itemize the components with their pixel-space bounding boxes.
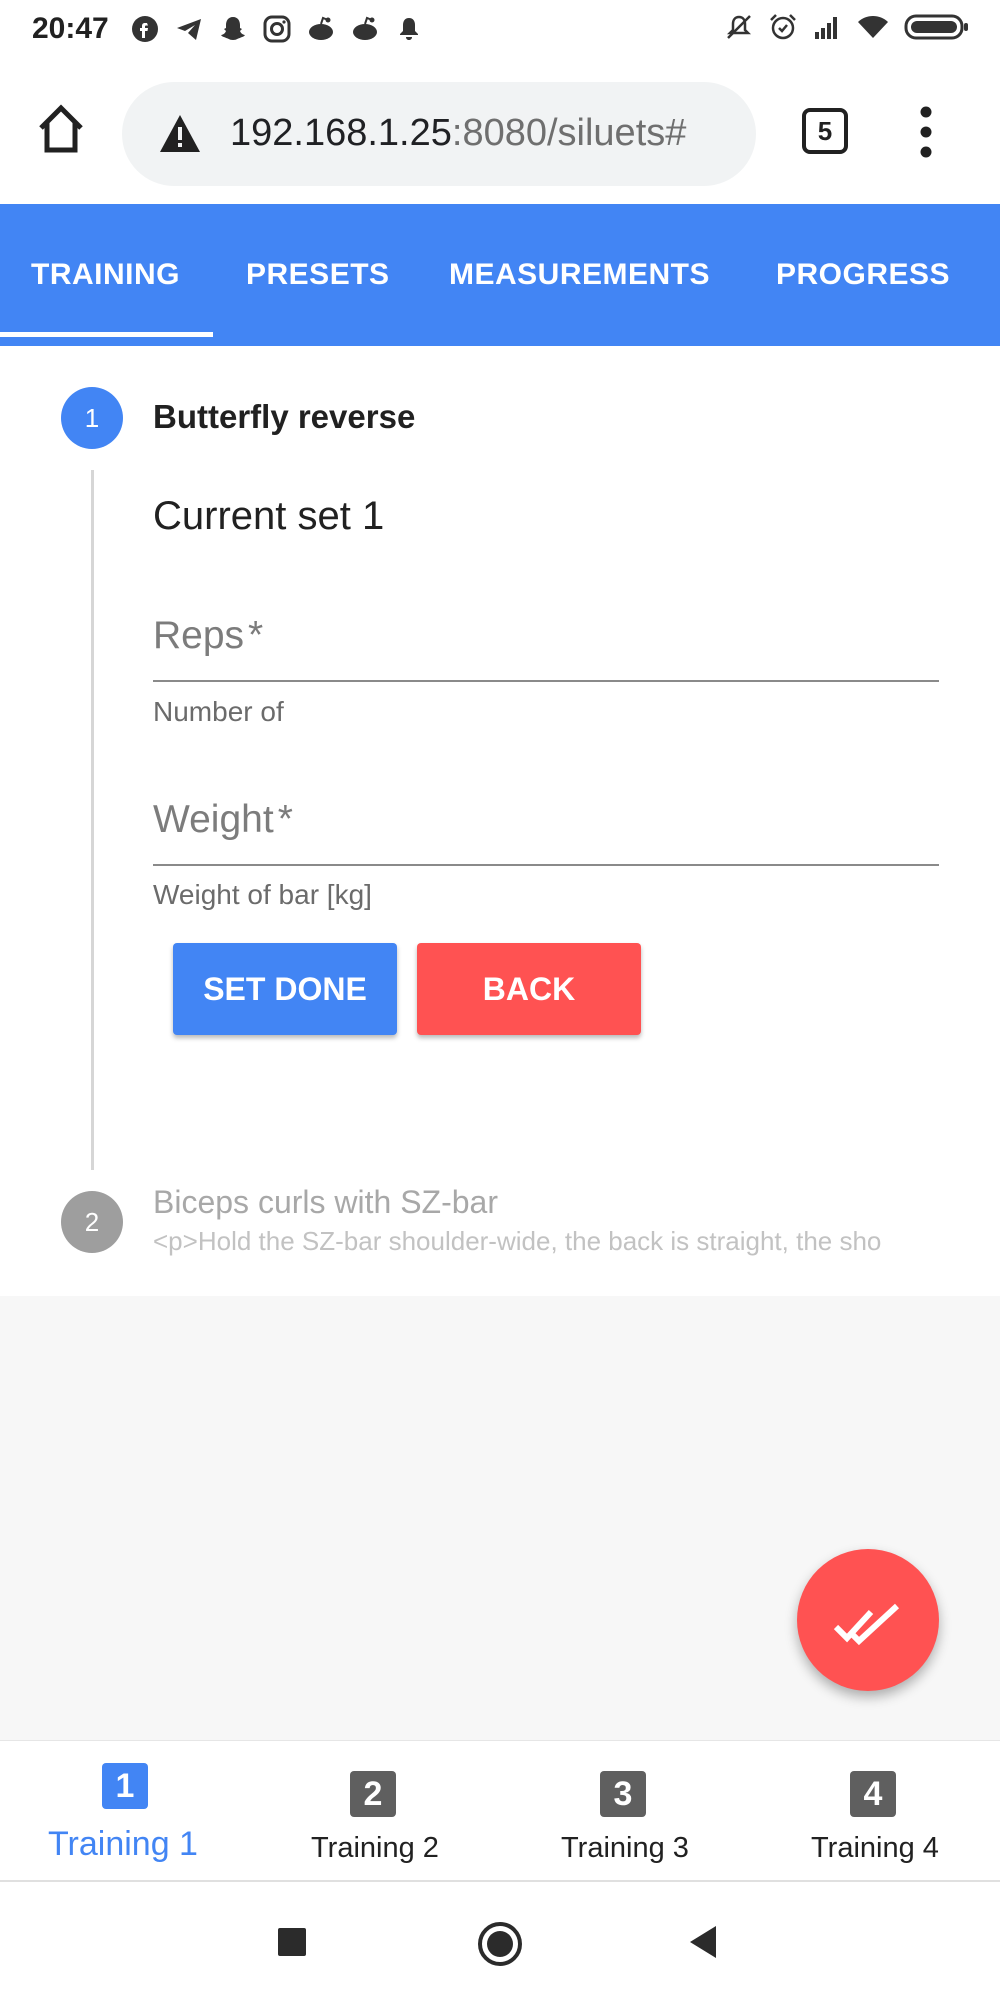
current-set-label: Current set 1 <box>153 494 385 538</box>
url-path: :8080/siluets# <box>451 112 687 154</box>
warning-icon[interactable] <box>158 112 202 156</box>
tab-progress[interactable]: PROGRESS <box>776 204 950 346</box>
reddit-icon <box>309 16 333 40</box>
home-nav-icon[interactable] <box>476 1920 524 1968</box>
instagram-icon <box>263 15 291 43</box>
url-host: 192.168.1.25 <box>230 112 452 154</box>
reddit-icon <box>353 16 377 40</box>
weight-field[interactable]: Weight * <box>153 786 939 866</box>
active-tab-indicator <box>0 332 213 337</box>
training-2-icon: 2 <box>350 1771 396 1817</box>
back-nav-icon[interactable] <box>688 1924 718 1960</box>
mute-icon <box>726 15 752 39</box>
nav-training-1[interactable]: 1 Training 1 <box>0 1741 250 1881</box>
weight-field-label: Weight * <box>153 798 293 842</box>
system-navigation-bar <box>0 1880 1000 1999</box>
weight-help-text: Weight of bar [kg] <box>153 879 372 910</box>
set-done-button[interactable]: SET DONE <box>173 943 397 1035</box>
app-tab-bar: TRAINING PRESETS MEASUREMENTS PROGRESS <box>0 204 1000 346</box>
notification-icons <box>130 14 424 44</box>
training-4-icon: 4 <box>850 1771 896 1817</box>
recents-icon[interactable] <box>276 1926 308 1958</box>
step-connector-line <box>91 470 94 1170</box>
snapchat-icon <box>221 17 245 40</box>
home-icon[interactable] <box>34 102 88 156</box>
reps-label-text: Reps <box>153 614 245 657</box>
training-stepper: 1 Butterfly reverse Current set 1 Reps * … <box>0 346 1000 1296</box>
alarm-icon <box>770 14 796 40</box>
required-mark: * <box>277 798 293 841</box>
nav-training-4[interactable]: 4 Training 4 <box>750 1741 1000 1881</box>
reps-field[interactable]: Reps * <box>153 602 939 682</box>
reps-help-text: Number of <box>153 696 284 727</box>
back-button[interactable]: BACK <box>417 943 641 1035</box>
nav-training-2[interactable]: 2 Training 2 <box>250 1741 500 1881</box>
step-1-circle[interactable]: 1 <box>61 387 123 449</box>
nav-label: Training 1 <box>48 1825 198 1863</box>
signal-icon <box>815 17 837 39</box>
nav-label: Training 3 <box>561 1832 689 1864</box>
tab-training[interactable]: TRAINING <box>31 204 180 346</box>
required-mark: * <box>248 614 264 657</box>
url-text[interactable]: 192.168.1.25:8080/siluets# <box>230 112 686 155</box>
status-bar: 20:47 <box>0 0 1000 60</box>
tab-measurements[interactable]: MEASUREMENTS <box>449 204 710 346</box>
status-time: 20:47 <box>32 12 109 45</box>
complete-training-fab[interactable] <box>797 1549 939 1691</box>
notification-bell-icon <box>400 18 418 40</box>
more-vert-icon[interactable] <box>916 104 936 160</box>
battery-icon <box>904 14 968 40</box>
telegram-icon <box>177 19 201 40</box>
training-3-icon: 3 <box>600 1771 646 1817</box>
bottom-navigation: 1 Training 1 2 Training 2 3 Training 3 4… <box>0 1740 1000 1880</box>
training-1-icon: 1 <box>102 1763 148 1809</box>
double-check-icon <box>833 1603 900 1646</box>
facebook-icon <box>132 16 158 42</box>
tab-switcher-button[interactable]: 5 <box>802 108 848 154</box>
nav-label: Training 2 <box>311 1832 439 1864</box>
address-bar[interactable]: 192.168.1.25:8080/siluets# <box>122 82 756 186</box>
step-2-title[interactable]: Biceps curls with SZ-bar <box>153 1184 498 1221</box>
system-status-icons <box>724 12 970 42</box>
tab-presets[interactable]: PRESETS <box>246 204 390 346</box>
wifi-icon <box>858 16 888 38</box>
step-1-title[interactable]: Butterfly reverse <box>153 398 415 436</box>
reps-field-label: Reps * <box>153 614 263 658</box>
step-2-circle[interactable]: 2 <box>61 1191 123 1253</box>
nav-label: Training 4 <box>811 1832 939 1864</box>
weight-label-text: Weight <box>153 798 274 841</box>
step-2-description: <p>Hold the SZ-bar shoulder-wide, the ba… <box>153 1226 882 1256</box>
nav-training-3[interactable]: 3 Training 3 <box>500 1741 750 1881</box>
browser-toolbar: 192.168.1.25:8080/siluets# 5 <box>0 72 1000 192</box>
